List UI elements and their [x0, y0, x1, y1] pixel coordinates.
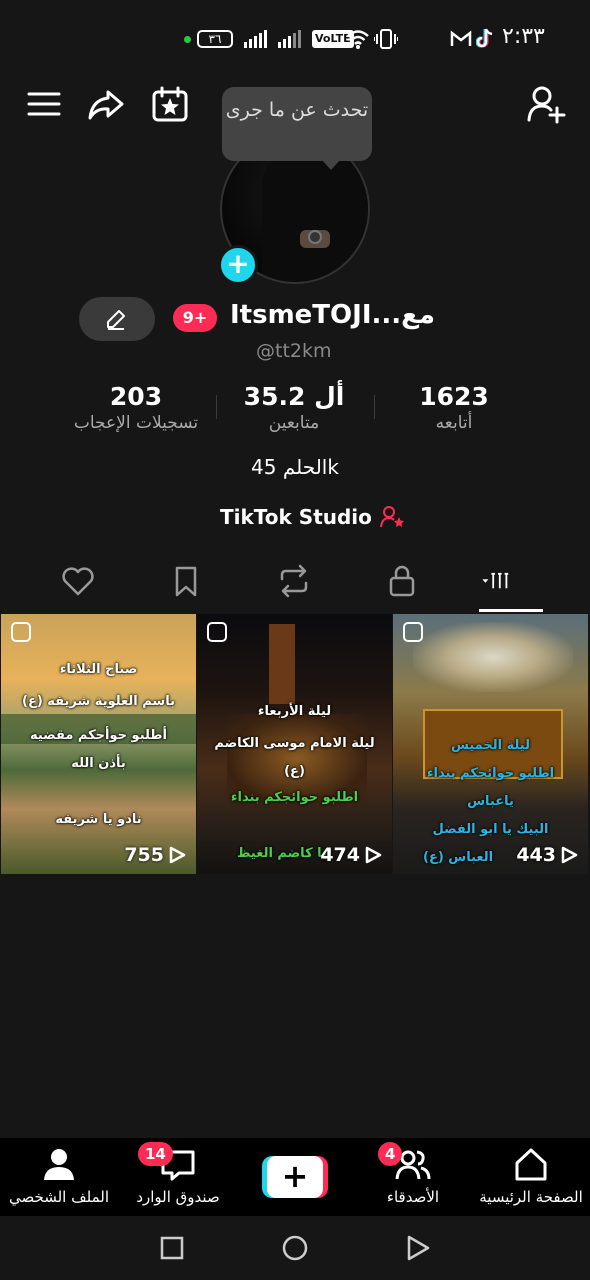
gmail-icon — [450, 30, 472, 46]
calendar-star-icon[interactable] — [150, 84, 190, 124]
video-caption-line: البيك يا ابو الفضل — [432, 822, 549, 837]
system-navigation — [0, 1216, 590, 1280]
bookmark-icon — [175, 566, 197, 597]
play-icon — [169, 846, 186, 864]
clock: ٢:٣٣ — [502, 24, 545, 49]
pinned-icon — [11, 622, 31, 642]
repost-icon — [280, 564, 308, 598]
share-icon[interactable] — [86, 84, 126, 124]
video-caption-line: ياعباس — [467, 794, 514, 809]
video-caption-line: اطلبو حوائجكم بنداء — [426, 766, 555, 781]
video-tile[interactable]: ليلة الأربعاء ليلة الامام موسى الكاضم (ع… — [197, 614, 392, 874]
stat-divider — [216, 395, 217, 419]
video-grid: ليلة الخميس اطلبو حوائجكم بنداء ياعباس ا… — [0, 614, 590, 874]
profile-icon — [44, 1149, 74, 1180]
bottom-nav: الصفحة الرئيسية الأصدقاء 4 + صندوق الوار… — [0, 1138, 590, 1216]
lock-icon — [389, 565, 415, 597]
story-tooltip: تحدث عن ما جرى — [222, 87, 372, 170]
video-caption-line: صباح الثلاثاء — [59, 662, 138, 677]
pinned-icon — [403, 622, 423, 642]
nav-friends-label: الأصدقاء — [386, 1188, 440, 1206]
privacy-dot — [184, 36, 191, 43]
vibrate-icon — [374, 29, 398, 49]
status-bar: ٣٦ VoLTE ٢:٣٣ — [0, 0, 590, 78]
video-views: 474 — [320, 844, 382, 866]
add-story-button[interactable]: + — [218, 245, 258, 285]
nav-home-label: الصفحة الرئيسية — [479, 1188, 583, 1206]
user-star-icon — [379, 506, 404, 528]
notification-badge[interactable]: 9+ — [173, 304, 217, 332]
video-caption-line: نادو يا شريفه — [55, 812, 142, 827]
stat-divider — [374, 395, 375, 419]
home-button-icon[interactable] — [281, 1234, 309, 1262]
profile-name: ItsmeTOJI...مع — [230, 300, 435, 330]
profile-bio: الحلم 45k — [251, 455, 339, 479]
video-tile[interactable]: صباح الثلاثاء باسم العلوية شريفه (ع) أطل… — [1, 614, 196, 874]
content-tabs — [0, 555, 590, 613]
views-count: 443 — [516, 844, 556, 866]
pencil-icon — [107, 310, 125, 330]
studio-label: TikTok Studio — [220, 505, 372, 529]
home-icon — [515, 1148, 547, 1181]
tab-videos[interactable] — [480, 563, 540, 603]
views-count: 755 — [124, 844, 164, 866]
video-caption-line: بأذن الله — [71, 756, 126, 771]
nav-inbox-label: صندوق الوارد — [136, 1188, 220, 1206]
stat-following[interactable]: 1623 أتابعه — [404, 382, 504, 433]
video-caption-line: ليلة الامام موسى الكاضم — [214, 736, 375, 751]
create-button[interactable]: + — [262, 1156, 328, 1198]
followers-label: متابعين — [268, 413, 320, 433]
video-caption-line: أطلبو حوأجكم مقضيه — [29, 728, 168, 743]
add-friend-icon[interactable] — [526, 84, 566, 124]
wifi-icon — [347, 30, 369, 49]
recents-icon[interactable] — [158, 1234, 186, 1262]
video-tile[interactable]: ليلة الخميس اطلبو حوائجكم بنداء ياعباس ا… — [393, 614, 588, 874]
profile-handle: @tt2km — [256, 340, 332, 362]
tab-saved[interactable] — [168, 563, 208, 603]
nav-profile-label: الملف الشخصي — [9, 1188, 109, 1206]
battery-indicator: ٣٦ — [197, 30, 233, 48]
video-caption-line: ليلة الخميس — [450, 738, 530, 753]
video-caption-line: يا كاضم الغيظ — [237, 846, 327, 861]
nav-home[interactable]: الصفحة الرئيسية — [476, 1146, 586, 1206]
following-count: 1623 — [419, 382, 489, 411]
tiktok-notification-icon — [476, 28, 493, 48]
following-label: أتابعه — [435, 413, 473, 433]
tiktok-studio-link[interactable]: TikTok Studio — [220, 505, 406, 529]
tab-private[interactable] — [384, 563, 424, 603]
play-icon — [561, 846, 578, 864]
video-caption-line: ليلة الأربعاء — [257, 704, 332, 719]
tab-reposts[interactable] — [276, 563, 316, 603]
signal-2-icon — [278, 30, 301, 48]
likes-label: تسجيلات الإعجاب — [73, 413, 199, 433]
followers-count: 35.2 أل — [243, 382, 345, 411]
pinned-icon — [207, 622, 227, 642]
video-caption-line: باسم العلوية شريفه (ع) — [22, 694, 175, 709]
likes-count: 203 — [109, 382, 163, 411]
edit-profile-button[interactable] — [79, 297, 155, 341]
active-tab-indicator — [479, 609, 543, 612]
tab-liked[interactable] — [60, 563, 100, 603]
stat-likes[interactable]: 203 تسجيلات الإعجاب — [56, 382, 216, 433]
play-icon — [365, 846, 382, 864]
stat-followers[interactable]: 35.2 أل متابعين — [234, 382, 354, 433]
video-caption-line: العباس (ع) — [423, 850, 494, 865]
video-caption-line: اطلبو حوائجكم بنداء — [230, 790, 359, 805]
grid-icon — [482, 572, 509, 589]
inbox-badge: 14 — [138, 1142, 173, 1166]
back-icon[interactable] — [404, 1234, 432, 1262]
video-caption-line: (ع) — [284, 764, 305, 779]
menu-icon[interactable] — [24, 84, 64, 124]
signal-icon — [244, 30, 267, 48]
views-count: 474 — [320, 844, 360, 866]
nav-profile[interactable]: الملف الشخصي — [4, 1146, 114, 1206]
video-views: 443 — [516, 844, 578, 866]
heart-icon — [62, 567, 94, 596]
video-views: 755 — [124, 844, 186, 866]
